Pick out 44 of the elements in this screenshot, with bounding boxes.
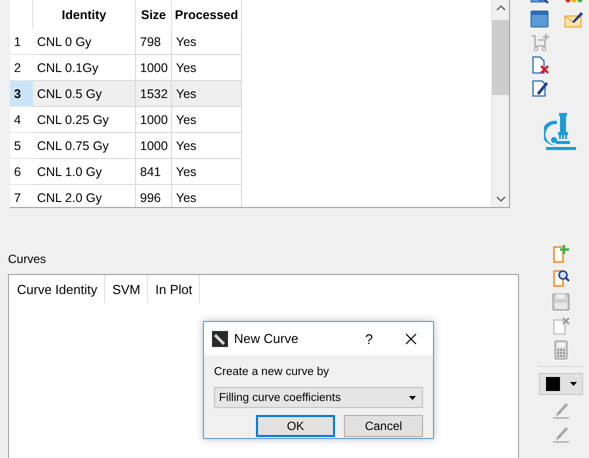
- dropdown-arrow-icon[interactable]: [409, 396, 416, 400]
- microscope-icon[interactable]: [544, 111, 578, 151]
- table-cell: 1532: [136, 81, 172, 107]
- dialog-button[interactable]: Cancel: [344, 415, 423, 437]
- column-header[interactable]: SVM: [105, 275, 148, 303]
- table-cell: Yes: [172, 107, 242, 133]
- dialog-title: New Curve: [234, 331, 300, 346]
- table-cell: CNL 0.75 Gy: [33, 133, 136, 159]
- prompt-label: Create a new curve by: [214, 366, 330, 380]
- table-cell: Yes: [172, 29, 242, 55]
- window-icon[interactable]: [530, 9, 550, 29]
- method-dropdown[interactable]: Filling curve coefficients: [214, 387, 423, 408]
- table-cell: Yes: [172, 159, 242, 185]
- scrollbar[interactable]: [491, 0, 509, 207]
- table-cell: CNL 0.25 Gy: [33, 107, 136, 133]
- table-cell: CNL 0 Gy: [33, 29, 136, 55]
- table-cell: Yes: [172, 81, 242, 107]
- scroll-up-icon[interactable]: [496, 3, 506, 13]
- table-cell: CNL 0.5 Gy: [33, 81, 136, 107]
- delete-document-icon[interactable]: [530, 55, 550, 75]
- table-cell: CNL 1.0 Gy: [33, 159, 136, 185]
- column-header[interactable]: In Plot: [148, 275, 200, 303]
- table-cell: 798: [136, 29, 172, 55]
- delete-document-icon[interactable]: [551, 316, 571, 336]
- scroll-down-icon[interactable]: [496, 194, 506, 204]
- help-button[interactable]: ?: [359, 330, 379, 346]
- dropdown-arrow-icon[interactable]: [570, 382, 577, 386]
- edit-document-icon[interactable]: [530, 78, 550, 98]
- table-cell: 996: [136, 185, 172, 207]
- app-icon: [212, 330, 228, 346]
- row-header[interactable]: 3: [10, 81, 33, 107]
- table-cell: 1000: [136, 133, 172, 159]
- envelope-pen-icon[interactable]: [564, 9, 584, 29]
- table-cell: CNL 2.0 Gy: [33, 185, 136, 207]
- column-header[interactable]: Curve Identity: [9, 275, 106, 303]
- table-cell: 841: [136, 159, 172, 185]
- search-document-icon[interactable]: [551, 268, 571, 288]
- close-icon[interactable]: [405, 332, 417, 344]
- dialog-button[interactable]: OK: [256, 415, 335, 437]
- table-cell: Yes: [172, 185, 242, 207]
- color-picker[interactable]: [539, 373, 583, 395]
- table-cell: Yes: [172, 133, 242, 159]
- section-label: Curves: [8, 252, 48, 268]
- table-cell: 1000: [136, 107, 172, 133]
